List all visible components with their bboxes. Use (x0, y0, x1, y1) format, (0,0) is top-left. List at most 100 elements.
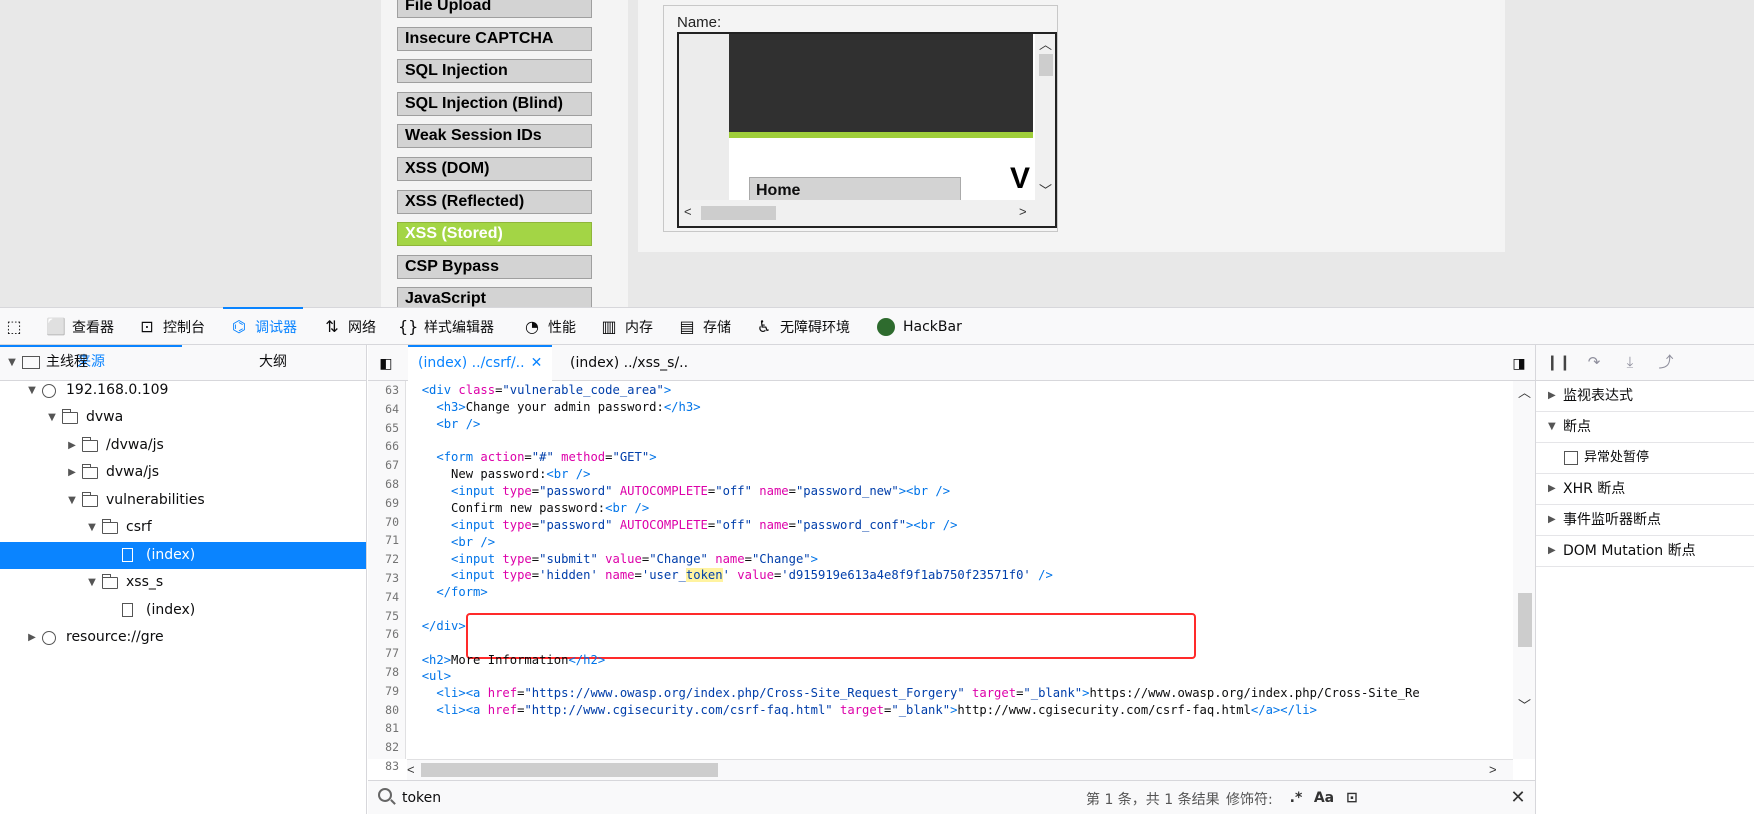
search-result-count: 第 1 条，共 1 条结果 (1086, 792, 1220, 808)
tree-item-folder[interactable]: ▼ vulnerabilities (0, 487, 366, 514)
tree-item-folder[interactable]: ▼ xss_s (0, 569, 366, 596)
scroll-up-icon[interactable]: ︿ (1518, 382, 1531, 401)
line-number[interactable]: 65 (385, 421, 399, 435)
scroll-up-icon[interactable]: ︿ (1039, 34, 1052, 53)
toggle-sources-icon[interactable]: ◧ (376, 353, 396, 373)
whole-word-toggle-button[interactable]: ⊡ (1342, 787, 1362, 809)
tab-memory[interactable]: ▥ 内存 (599, 308, 653, 345)
pause-on-exceptions-checkbox[interactable] (1564, 451, 1578, 465)
line-number[interactable]: 76 (385, 627, 399, 641)
menu-item-weak-session-ids[interactable]: Weak Session IDs (397, 124, 592, 149)
expanded-arrow-icon[interactable]: ▼ (86, 514, 98, 541)
debugger-section-header[interactable]: ▼ 断点 (1536, 412, 1754, 443)
menu-item-sql-injection[interactable]: SQL Injection (397, 59, 592, 84)
tree-item-folder[interactable]: ▶ dvwa/js (0, 459, 366, 486)
regex-toggle-button[interactable]: .* (1286, 787, 1306, 809)
menu-item-sql-injection-blind[interactable]: SQL Injection (Blind) (397, 91, 592, 116)
search-input[interactable] (402, 787, 1002, 809)
tab-performance[interactable]: ◔ 性能 (522, 308, 576, 345)
scroll-down-icon[interactable]: ﹀ (1039, 180, 1052, 199)
scroll-left-icon[interactable]: < (684, 204, 692, 219)
tree-item-file[interactable]: (index) (0, 597, 366, 624)
tree-item-file[interactable]: (index) (0, 541, 366, 569)
scroll-right-icon[interactable]: > (1489, 762, 1497, 777)
tab-storage[interactable]: ▤ 存储 (677, 308, 731, 345)
expanded-arrow-icon[interactable]: ▼ (6, 349, 18, 376)
iframe-horizontal-scrollbar[interactable]: < > (679, 200, 1055, 226)
tree-item-globe[interactable]: ▼ 192.168.0.109 (0, 377, 366, 404)
tree-item-folder[interactable]: ▼ dvwa (0, 404, 366, 431)
line-number[interactable]: 68 (385, 477, 399, 491)
step-out-icon[interactable]: ⤴ (1656, 353, 1676, 373)
line-number[interactable]: 78 (385, 665, 399, 679)
line-number[interactable]: 69 (385, 496, 399, 510)
line-number[interactable]: 74 (385, 590, 399, 604)
tree-item-thread[interactable]: ▼ 主线程 (0, 349, 366, 376)
step-over-icon[interactable]: ↷ (1584, 353, 1604, 373)
line-number[interactable]: 83 (385, 759, 399, 773)
collapsed-arrow-icon[interactable]: ▶ (66, 432, 78, 459)
code-view[interactable]: <div class="vulnerable_code_area"> <h3>C… (407, 381, 1513, 759)
tree-item-folder[interactable]: ▼ csrf (0, 514, 366, 541)
line-number[interactable]: 82 (385, 740, 399, 754)
line-number[interactable]: 70 (385, 515, 399, 529)
scroll-right-icon[interactable]: > (1019, 204, 1027, 219)
pause-on-exceptions-option[interactable]: 异常处暂停 (1536, 443, 1754, 474)
scroll-left-icon[interactable]: < (407, 762, 415, 777)
tab-hackbar[interactable]: HackBar (877, 308, 962, 345)
tab-style-editor[interactable]: {} 样式编辑器 (398, 308, 494, 345)
menu-item-csp-bypass[interactable]: CSP Bypass (397, 254, 592, 279)
menu-item-xss-dom[interactable]: XSS (DOM) (397, 157, 592, 181)
expanded-arrow-icon[interactable]: ▼ (66, 487, 78, 514)
line-number[interactable]: 72 (385, 552, 399, 566)
pause-icon[interactable]: ❙❙ (1546, 353, 1571, 373)
line-number[interactable]: 67 (385, 458, 399, 472)
close-search-button[interactable]: ✕ (1508, 787, 1528, 809)
line-number[interactable]: 66 (385, 439, 399, 453)
scroll-down-icon[interactable]: ﹀ (1518, 695, 1531, 714)
editor-tabs: ◧ (index) ../csrf/.. ✕ (index) ../xss_s/.… (368, 345, 1535, 381)
editor-horizontal-scrollbar[interactable]: < > (407, 759, 1513, 780)
tab-debugger[interactable]: ⌬ 调试器 (223, 307, 303, 345)
line-number[interactable]: 80 (385, 703, 399, 717)
tree-item-globe[interactable]: ▶ resource://gre (0, 624, 366, 651)
tab-inspector[interactable]: ⬜ 查看器 (46, 308, 114, 345)
line-number[interactable]: 79 (385, 684, 399, 698)
editor-tab-csrf-index[interactable]: (index) ../csrf/.. ✕ (408, 345, 553, 381)
line-number[interactable]: 71 (385, 533, 399, 547)
line-number[interactable]: 64 (385, 402, 399, 416)
debugger-section-header[interactable]: ▶ 事件监听器断点 (1536, 505, 1754, 536)
tree-item-folder[interactable]: ▶ /dvwa/js (0, 432, 366, 459)
line-number[interactable]: 75 (385, 609, 399, 623)
expanded-arrow-icon[interactable]: ▼ (46, 404, 58, 431)
embedded-iframe[interactable]: Home V ︿ ﹀ < > (677, 32, 1057, 228)
menu-item-file-upload[interactable]: File Upload (397, 0, 592, 18)
collapsed-arrow-icon[interactable]: ▶ (26, 624, 38, 651)
globe-icon (42, 631, 56, 645)
editor-vertical-scrollbar[interactable]: ︿ ﹀ (1513, 381, 1535, 759)
collapsed-arrow-icon[interactable]: ▶ (66, 459, 78, 486)
tab-network[interactable]: ⇅ 网络 (322, 308, 376, 345)
case-sensitive-toggle-button[interactable]: Aa (1312, 787, 1336, 809)
menu-item-insecure-captcha[interactable]: Insecure CAPTCHA (397, 26, 592, 51)
debugger-section-header[interactable]: ▶ DOM Mutation 断点 (1536, 536, 1754, 567)
menu-item-xss-stored[interactable]: XSS (Stored) (397, 222, 592, 247)
editor-tab-xss-index[interactable]: (index) ../xss_s/.. (560, 345, 698, 381)
element-picker-button[interactable]: ⬚ (4, 308, 30, 345)
expanded-arrow-icon[interactable]: ▼ (26, 377, 38, 404)
step-in-icon[interactable]: ⤓ (1620, 353, 1640, 373)
line-number[interactable]: 73 (385, 571, 399, 585)
line-number[interactable]: 81 (385, 721, 399, 735)
line-number[interactable]: 63 (385, 383, 399, 397)
expanded-arrow-icon[interactable]: ▼ (86, 569, 98, 596)
tab-console[interactable]: ⊡ 控制台 (137, 308, 205, 345)
menu-item-javascript[interactable]: JavaScript (397, 287, 592, 307)
debugger-section-header[interactable]: ▶ XHR 断点 (1536, 474, 1754, 505)
debugger-section-header[interactable]: ▶ 监视表达式 (1536, 381, 1754, 412)
tab-accessibility[interactable]: ♿ 无障碍环境 (754, 308, 850, 345)
iframe-vertical-scrollbar[interactable]: ︿ ﹀ (1035, 34, 1055, 200)
close-tab-icon[interactable]: ✕ (531, 355, 543, 371)
toggle-debugger-pane-icon[interactable]: ◨ (1509, 353, 1529, 373)
menu-item-xss-reflected[interactable]: XSS (Reflected) (397, 189, 592, 214)
line-number[interactable]: 77 (385, 646, 399, 660)
